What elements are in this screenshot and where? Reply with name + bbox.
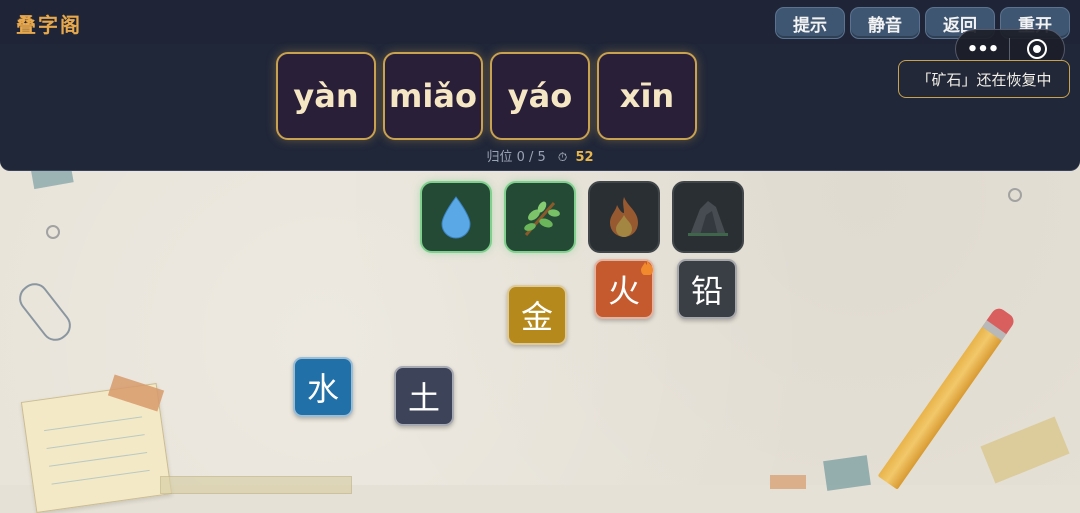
top-bar: 叠字阁 提示 静音 返回 重开	[0, 0, 1080, 45]
pinyin-row: yàn miǎo yáo xīn	[276, 52, 697, 140]
water-drop-icon	[441, 196, 471, 239]
toast-message: 「矿石」还在恢复中	[898, 60, 1070, 98]
flame-badge-icon	[641, 260, 653, 275]
decor-square	[823, 455, 871, 491]
timer-value: 52	[575, 150, 594, 165]
game-title: 叠字阁	[16, 13, 82, 37]
tile-tu[interactable]: 土	[394, 366, 454, 426]
pinyin-card[interactable]: miǎo	[383, 52, 483, 140]
pinyin-card[interactable]: yàn	[276, 52, 376, 140]
slot-ore[interactable]	[672, 181, 744, 253]
decor-circle	[1008, 188, 1022, 202]
more-icon[interactable]: •••	[956, 39, 1009, 60]
tile-jin[interactable]: 金	[507, 285, 567, 345]
pinyin-card[interactable]: yáo	[490, 52, 590, 140]
decor-square	[770, 475, 806, 489]
tile-char: 水	[306, 370, 339, 408]
progress-text: 归位 0 / 5	[486, 150, 546, 165]
tile-char: 火	[607, 272, 640, 310]
decor-ruler	[160, 476, 352, 494]
ore-rock-icon	[688, 201, 728, 236]
hint-button[interactable]: 提示	[775, 7, 845, 39]
stopwatch-icon: ⏱	[557, 150, 568, 164]
tile-qian[interactable]: 铅	[677, 259, 737, 319]
slot-water[interactable]	[420, 181, 492, 253]
mute-button[interactable]: 静音	[850, 7, 920, 39]
tile-char: 金	[520, 298, 553, 336]
slot-wood[interactable]	[504, 181, 576, 253]
slot-fire[interactable]	[588, 181, 660, 253]
sprout-branch-icon	[524, 201, 560, 236]
decor-circle	[46, 225, 60, 239]
pinyin-card[interactable]: xīn	[597, 52, 697, 140]
status-line: 归位 0 / 5 ⏱ 52	[0, 146, 1080, 165]
tile-shui[interactable]: 水	[293, 357, 353, 417]
tile-char: 铅	[690, 272, 723, 310]
tile-huo[interactable]: 火	[594, 259, 654, 319]
tile-char: 土	[407, 379, 440, 417]
fire-icon	[610, 197, 638, 237]
close-miniprogram-button[interactable]	[1010, 39, 1063, 59]
target-icon	[1026, 39, 1047, 59]
